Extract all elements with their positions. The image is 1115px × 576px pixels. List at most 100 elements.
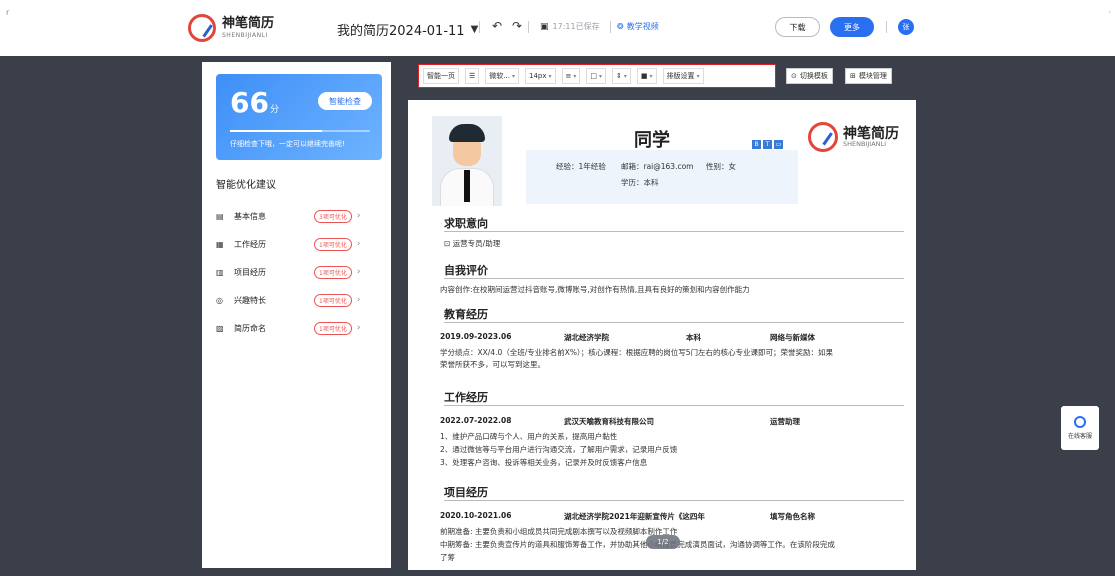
online-service-button[interactable]: 在线客服 [1061,406,1099,450]
suggestion-label: 兴趣特长 [234,295,266,305]
suggestion-label: 简历命名 [234,323,266,333]
resume-page: 同学 B T ▭ 神笔简历 SHENBIJIANLI 经验：1年经验 邮箱：ra… [408,100,916,570]
work-item[interactable]: 3、处理客户咨询、投诉等相关业务，记录并及时反馈客户信息 [440,457,647,468]
work-item[interactable]: 2、通过微信等与平台用户进行沟通交流，了解用户需求，记录用户反馈 [440,444,677,455]
document-title[interactable]: 我的简历2024-01-11 ▼ [337,20,478,39]
project-detail-line1[interactable]: 前期准备: 主要负责和小组成员共同完成剧本撰写以及视频脚本制作工作 [440,526,677,537]
suggestions-title: 智能优化建议 [216,180,276,191]
section-divider [444,405,904,406]
logo-name: 神笔简历 [222,16,275,31]
text-icon[interactable]: T [763,140,772,149]
align-tool[interactable]: ☰ [465,68,480,84]
delete-icon[interactable]: ▭ [774,140,783,149]
gender-info: 性别：女 [706,162,736,171]
work-period: 2022.07-2022.08 [440,416,512,425]
project-role: 填写角色名称 [770,512,815,521]
candidate-name[interactable]: 同学 [634,126,670,152]
section-title-education[interactable]: 教育经历 [444,306,488,322]
user-avatar[interactable]: 张 [898,19,914,35]
margin-select[interactable]: □ ▾ [586,68,607,84]
document-title-text: 我的简历2024-01-11 [337,24,465,39]
tutorial-video-link[interactable]: ❂ 教学视频 [617,21,659,32]
section-title-intent[interactable]: 求职意向 [444,215,488,231]
brand-subtitle: SHENBIJIANLI [843,139,887,148]
email-info: 邮箱：rai@163.com [621,162,694,171]
line-height-icon: ≡ [565,72,572,80]
font-size-select[interactable]: 14px ▾ [524,68,556,84]
intent-position-text: 运营专员/助理 [452,239,501,248]
section-title-self-eval[interactable]: 自我评价 [444,262,488,278]
education-detail-line1[interactable]: 学分绩点：XX/4.0（全班/专业排名前X%）；核心课程：根据应聘的岗位写5门左… [440,347,833,358]
experience-info: 经验：1年经验 [556,162,606,171]
more-button[interactable]: 更多 [830,17,874,37]
edit-icon[interactable]: B [752,140,761,149]
section-divider [444,231,904,232]
education-detail-line2[interactable]: 荣誉所获不多，可以写到这里。 [440,359,545,370]
spacing-select[interactable]: ⇕ ▾ [612,68,631,84]
suggestion-badge: 3项可优化 [314,209,352,223]
suggestion-label: 项目经历 [234,267,266,277]
layout-settings-select[interactable]: 排版设置 ▾ [662,68,704,84]
work-item[interactable]: 1、维护产品口碑与个人、用户的关系，提高用户黏性 [440,431,617,442]
chevron-right-icon: › [356,323,361,333]
project-detail-line2[interactable]: 中期筹备: 主要负责宣传片的道具和服饰筹备工作，并协助其他小组成员完成演员面试，… [440,539,835,550]
page-indicator: 1/2 [646,535,680,549]
education-major: 网络与新媒体 [770,333,815,342]
smart-one-page-button[interactable]: 智能一页 [423,68,459,84]
score-progress-fill [230,130,323,132]
resume-brand-logo: 神笔简历 SHENBIJIANLI [808,122,899,152]
module-grid-icon: ⊞ [850,72,856,80]
color-swatch-icon: ■ [640,72,648,80]
education-info: 学历：本科 [621,178,659,187]
color-select[interactable]: ■ ▾ [636,68,657,84]
save-status-text: 17:11已保存 [552,22,600,31]
suggestion-badge: 1项可优化 [314,321,352,335]
suggestion-item-basic-info[interactable]: ▤ 基本信息 3项可优化 › [216,208,386,224]
score-card: 66 分 智能检查 仔细检查下哦，一定可以继续完善呢! [216,74,382,160]
switch-template-button[interactable]: ⊙ 切换模板 [786,68,833,84]
line-height-select[interactable]: ≡ ▾ [561,68,581,84]
save-icon: ▣ [540,21,549,32]
section-title-work[interactable]: 工作经历 [444,389,488,405]
app-logo[interactable]: 神笔简历 SHENBIJIANLI [188,14,274,42]
module-manage-button[interactable]: ⊞ 模块管理 [845,68,892,84]
project-detail-line3[interactable]: 了筹 [440,552,455,563]
font-size-value: 14px [528,72,547,80]
online-service-label: 在线客服 [1067,433,1092,440]
spacing-icon: ⇕ [616,72,622,80]
logo-subtitle: SHENBIJIANLI [222,32,268,39]
score-unit: 分 [270,105,280,115]
margin-icon: □ [590,72,598,80]
redo-icon[interactable]: ↷ [512,19,522,33]
switch-template-label: 切换模板 [799,72,828,80]
basic-info-box[interactable]: 经验：1年经验 邮箱：rai@163.com 性别：女 学历：本科 [526,150,798,204]
self-eval-text[interactable]: 内容创作:在校期间运营过抖音账号,微博账号,对创作有热情,且具有良好的策划和内容… [440,284,750,295]
download-button[interactable]: 下载 [775,17,820,37]
suggestion-item-work[interactable]: ▦ 工作经历 1项可优化 › [216,236,386,252]
video-icon: ❂ [617,22,624,31]
suggestion-badge: 1项可优化 [314,293,352,307]
photo-tie [464,170,470,202]
education-degree: 本科 [686,333,701,342]
chevron-down-icon: ▾ [623,72,627,80]
chevron-right-icon: › [356,239,361,249]
project-period: 2020.10-2021.06 [440,511,512,520]
divider [479,21,480,33]
suggestion-item-project[interactable]: ▥ 项目经历 1项可优化 › [216,264,386,280]
undo-icon[interactable]: ↶ [492,19,502,33]
score-value: 66 [230,86,269,119]
suggestion-item-interest[interactable]: ◎ 兴趣特长 1项可优化 › [216,292,386,308]
corner-marker-right: · [1108,8,1111,17]
chevron-down-icon[interactable]: ▼ [471,24,479,35]
font-family-select[interactable]: 微软... ▾ [485,68,519,84]
section-title-project[interactable]: 项目经历 [444,484,488,500]
align-icon: ☰ [469,72,476,80]
smart-check-button[interactable]: 智能检查 [318,92,372,110]
suggestion-item-rename[interactable]: ▨ 简历命名 1项可优化 › [216,320,386,336]
divider [610,21,611,33]
profile-photo[interactable] [432,116,502,206]
chevron-down-icon: ▾ [548,72,552,80]
rename-icon: ▨ [216,323,224,333]
divider [886,21,887,33]
intent-position[interactable]: ⊡ 运营专员/助理 [444,238,500,249]
